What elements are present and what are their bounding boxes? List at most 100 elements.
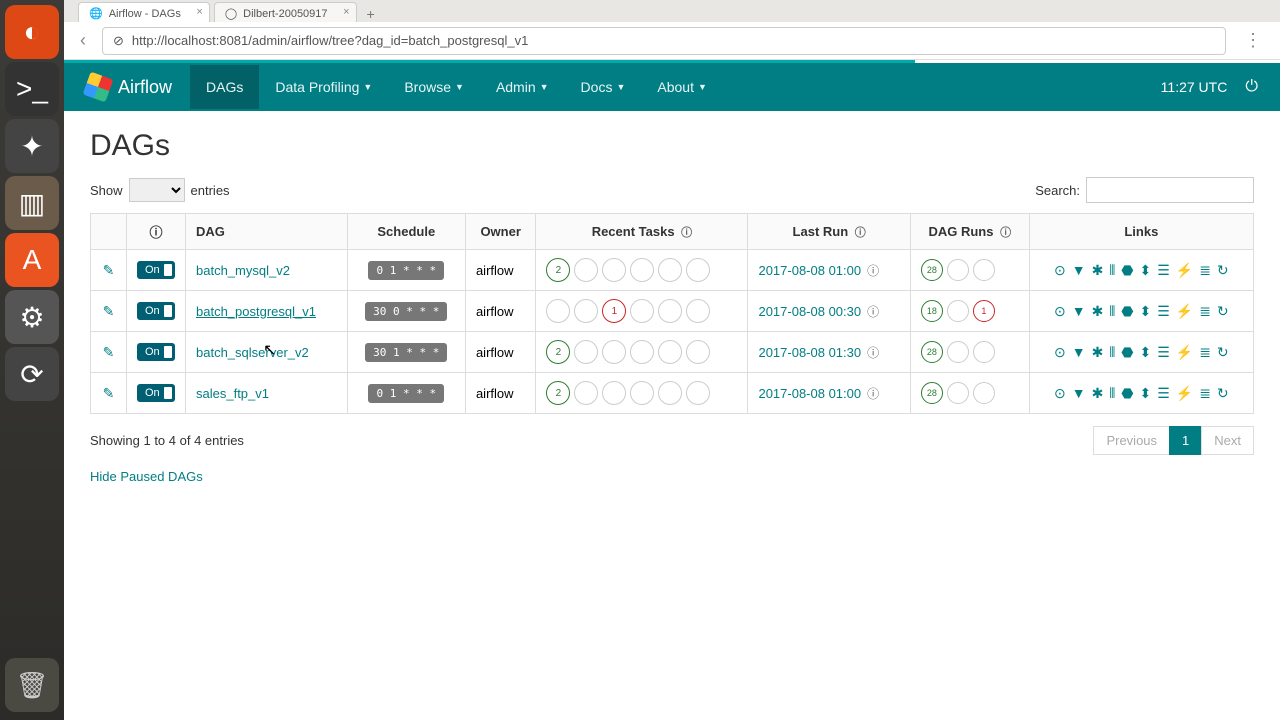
dag-action-icon[interactable]: ↻	[1217, 262, 1229, 279]
run-status-circle[interactable]	[947, 382, 969, 404]
last-run-link[interactable]: 2017-08-08 01:00	[758, 263, 861, 278]
hide-paused-link[interactable]: Hide Paused DAGs	[90, 469, 203, 484]
run-status-circle[interactable]: 28	[921, 341, 943, 363]
dag-action-icon[interactable]: ⊙	[1054, 303, 1066, 320]
run-status-circle[interactable]	[947, 300, 969, 322]
dag-link[interactable]: batch_sqlserver_v2	[196, 345, 309, 360]
dag-action-icon[interactable]: ⬍	[1139, 262, 1151, 279]
dag-action-icon[interactable]: ☰	[1157, 344, 1170, 361]
dag-toggle[interactable]: On	[137, 343, 175, 361]
launcher-software-icon[interactable]: A	[5, 233, 59, 287]
launcher-settings-icon[interactable]: ⚙	[5, 290, 59, 344]
dag-action-icon[interactable]: ⫴	[1109, 385, 1115, 402]
task-status-circle[interactable]	[686, 299, 710, 323]
launcher-trash-icon[interactable]: 🗑	[5, 658, 59, 712]
dag-action-icon[interactable]: ↻	[1217, 344, 1229, 361]
col-runs[interactable]: DAG Runs	[928, 224, 993, 239]
task-status-circle[interactable]	[574, 340, 598, 364]
task-status-circle[interactable]: 1	[602, 299, 626, 323]
last-run-link[interactable]: 2017-08-08 01:30	[758, 345, 861, 360]
schedule-badge[interactable]: 30 1 * * *	[365, 343, 447, 362]
dag-action-icon[interactable]: ⬣	[1121, 262, 1133, 279]
task-status-circle[interactable]	[630, 381, 654, 405]
task-status-circle[interactable]	[686, 258, 710, 282]
dag-action-icon[interactable]: ▼	[1072, 262, 1086, 279]
schedule-badge[interactable]: 0 1 * * *	[368, 261, 444, 280]
task-status-circle[interactable]	[602, 340, 626, 364]
launcher-files-icon[interactable]: ▥	[5, 176, 59, 230]
last-run-link[interactable]: 2017-08-08 01:00	[758, 386, 861, 401]
schedule-badge[interactable]: 30 0 * * *	[365, 302, 447, 321]
dag-action-icon[interactable]: ⚡	[1176, 303, 1193, 320]
dag-action-icon[interactable]: ⬣	[1121, 303, 1133, 320]
dag-action-icon[interactable]: ⬍	[1139, 303, 1151, 320]
task-status-circle[interactable]	[658, 340, 682, 364]
close-icon[interactable]: ×	[343, 6, 349, 18]
task-status-circle[interactable]	[602, 258, 626, 282]
run-status-circle[interactable]	[973, 259, 995, 281]
page-number[interactable]: 1	[1169, 426, 1202, 455]
dag-action-icon[interactable]: ⊙	[1054, 344, 1066, 361]
dag-action-icon[interactable]: ☰	[1157, 303, 1170, 320]
edit-icon[interactable]: ✎	[103, 344, 115, 360]
dag-action-icon[interactable]: ⫴	[1109, 344, 1115, 361]
dag-action-icon[interactable]: ≣	[1199, 385, 1211, 402]
dag-toggle[interactable]: On	[137, 261, 175, 279]
task-status-circle[interactable]	[630, 340, 654, 364]
nav-about[interactable]: About▼	[641, 65, 723, 109]
dag-action-icon[interactable]: ⬣	[1121, 344, 1133, 361]
col-schedule[interactable]: Schedule	[377, 224, 435, 239]
close-icon[interactable]: ×	[196, 6, 202, 18]
run-status-circle[interactable]: 1	[973, 300, 995, 322]
dag-action-icon[interactable]: ≣	[1199, 303, 1211, 320]
dag-action-icon[interactable]: ⚡	[1176, 385, 1193, 402]
dag-action-icon[interactable]: ⬍	[1139, 385, 1151, 402]
run-status-circle[interactable]: 28	[921, 259, 943, 281]
dag-action-icon[interactable]: ⚡	[1176, 262, 1193, 279]
browser-tab[interactable]: ◯ Dilbert-20050917 ×	[214, 2, 357, 22]
next-button[interactable]: Next	[1201, 426, 1254, 455]
power-icon[interactable]: ⏻	[1245, 78, 1258, 96]
dag-action-icon[interactable]: ⫴	[1109, 303, 1115, 320]
dag-action-icon[interactable]: ☰	[1157, 262, 1170, 279]
task-status-circle[interactable]	[686, 340, 710, 364]
dag-action-icon[interactable]: ⬣	[1121, 385, 1133, 402]
dag-action-icon[interactable]: ✱	[1092, 303, 1104, 320]
dag-link[interactable]: batch_postgresql_v1	[196, 304, 316, 319]
dag-action-icon[interactable]: ✱	[1092, 262, 1104, 279]
task-status-circle[interactable]	[574, 381, 598, 405]
dag-action-icon[interactable]: ≣	[1199, 344, 1211, 361]
dag-action-icon[interactable]: ↻	[1217, 385, 1229, 402]
dag-action-icon[interactable]: ▼	[1072, 385, 1086, 402]
col-recent[interactable]: Recent Tasks	[592, 224, 675, 239]
launcher-terminal-icon[interactable]: >_	[5, 62, 59, 116]
task-status-circle[interactable]	[546, 299, 570, 323]
col-owner[interactable]: Owner	[480, 224, 520, 239]
browser-tab[interactable]: 🌐 Airflow - DAGs ×	[78, 2, 210, 22]
search-input[interactable]	[1086, 177, 1254, 203]
airflow-brand[interactable]: Airflow	[86, 75, 172, 99]
launcher-dash-icon[interactable]: ◐	[5, 5, 59, 59]
task-status-circle[interactable]	[658, 258, 682, 282]
dag-link[interactable]: batch_mysql_v2	[196, 263, 290, 278]
task-status-circle[interactable]	[574, 258, 598, 282]
task-status-circle[interactable]	[658, 299, 682, 323]
nav-browse[interactable]: Browse▼	[388, 65, 480, 109]
dag-toggle[interactable]: On	[137, 384, 175, 402]
task-status-circle[interactable]	[658, 381, 682, 405]
back-icon[interactable]: ‹	[74, 30, 92, 51]
entries-select[interactable]	[129, 178, 185, 202]
dag-link[interactable]: sales_ftp_v1	[196, 386, 269, 401]
task-status-circle[interactable]: 2	[546, 381, 570, 405]
run-status-circle[interactable]	[947, 259, 969, 281]
dag-action-icon[interactable]: ⬍	[1139, 344, 1151, 361]
dag-action-icon[interactable]: ▼	[1072, 303, 1086, 320]
schedule-badge[interactable]: 0 1 * * *	[368, 384, 444, 403]
dag-action-icon[interactable]: ⊙	[1054, 262, 1066, 279]
dag-action-icon[interactable]: ⊙	[1054, 385, 1066, 402]
dag-action-icon[interactable]: ▼	[1072, 344, 1086, 361]
edit-icon[interactable]: ✎	[103, 303, 115, 319]
task-status-circle[interactable]	[602, 381, 626, 405]
dag-action-icon[interactable]: ☰	[1157, 385, 1170, 402]
prev-button[interactable]: Previous	[1093, 426, 1170, 455]
